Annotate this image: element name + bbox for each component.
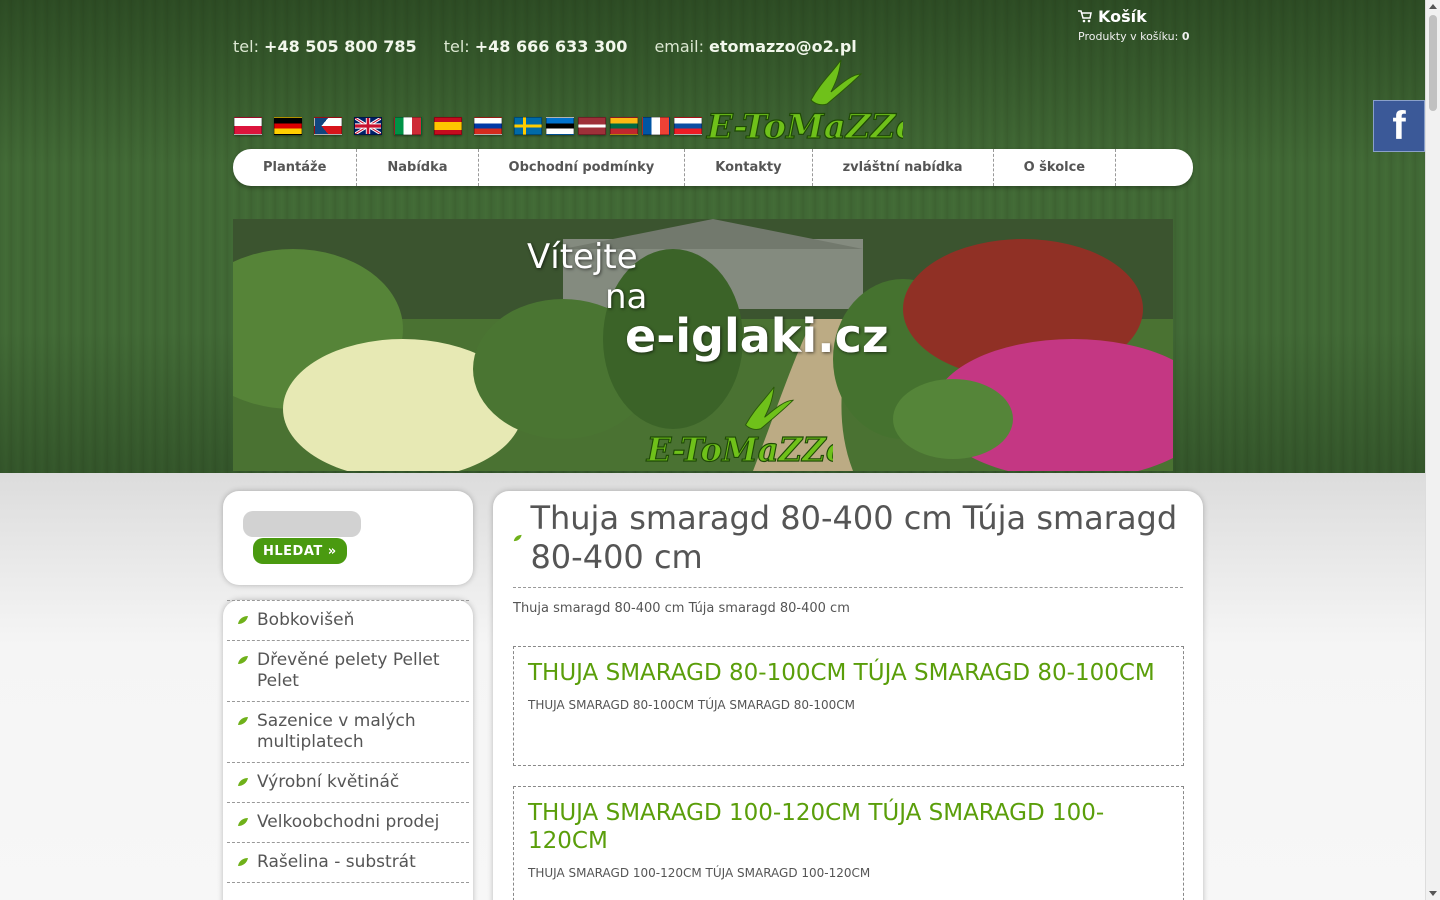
- flag-fr-icon[interactable]: [642, 117, 670, 135]
- scroll-down-icon[interactable]: [1429, 891, 1437, 896]
- phone-1[interactable]: tel: +48 505 800 785: [233, 37, 417, 56]
- category-item[interactable]: Výrobní květináč: [227, 763, 469, 803]
- cart-title[interactable]: Košík: [1098, 7, 1147, 26]
- category-item[interactable]: Bobkovišeň: [227, 600, 469, 641]
- language-flags: [234, 117, 706, 135]
- product-description: THUJA SMARAGD 80-100CM TÚJA SMARAGD 80-1…: [528, 698, 856, 712]
- category-item[interactable]: Sazenice v malých multiplatech: [227, 702, 469, 763]
- main-content: Thuja smaragd 80-400 cm Túja smaragd 80-…: [493, 491, 1203, 900]
- nav-item-zvlastni-nabidka[interactable]: zvláštní nabídka: [813, 149, 994, 186]
- search-button[interactable]: HLEDAT »: [253, 538, 347, 564]
- search-panel: HLEDAT »: [223, 491, 473, 585]
- svg-text:E-ToMaZZo: E-ToMaZZo: [706, 107, 903, 144]
- leaf-icon: [513, 534, 522, 542]
- scrollbar-thumb[interactable]: [1429, 15, 1437, 111]
- flag-it-icon[interactable]: [394, 117, 422, 135]
- category-item[interactable]: Dřevěné pelety Pellet Pelet: [227, 641, 469, 702]
- leaf-icon: [238, 818, 248, 826]
- flag-sk-icon[interactable]: [674, 117, 702, 135]
- hero-banner: Vítejte na e-iglaki.cz E-ToMaZZo: [233, 219, 1173, 471]
- cart-widget[interactable]: Košík Produkty v košíku: 0: [1078, 7, 1189, 43]
- flag-ru-icon[interactable]: [474, 117, 502, 135]
- banner-welcome: Vítejte: [527, 237, 638, 277]
- search-input[interactable]: [243, 511, 361, 537]
- nav-item-kontakty[interactable]: Kontakty: [685, 149, 813, 186]
- product-card[interactable]: THUJA SMARAGD 100-120CM TÚJA SMARAGD 100…: [513, 786, 1184, 900]
- product-card[interactable]: THUJA SMARAGD 80-100CM TÚJA SMARAGD 80-1…: [513, 646, 1184, 766]
- leaf-icon: [238, 858, 248, 866]
- banner-logo: E-ToMaZZo: [645, 386, 833, 467]
- page-title: Thuja smaragd 80-400 cm Túja smaragd 80-…: [530, 499, 1178, 576]
- phone-2[interactable]: tel: +48 666 633 300: [444, 37, 628, 56]
- category-item[interactable]: Rašelina - substrát: [227, 843, 469, 883]
- banner-site-name: e-iglaki.cz: [625, 309, 889, 363]
- nav-item-plantaze[interactable]: Plantáže: [233, 149, 358, 186]
- leaf-icon: [238, 616, 248, 624]
- facebook-button[interactable]: f: [1373, 100, 1425, 152]
- product-title[interactable]: THUJA SMARAGD 80-100CM TÚJA SMARAGD 80-1…: [528, 659, 1169, 687]
- leaf-icon: [238, 656, 248, 664]
- flag-lv-icon[interactable]: [578, 117, 606, 135]
- scroll-up-icon[interactable]: [1429, 4, 1437, 9]
- flag-se-icon[interactable]: [514, 117, 542, 135]
- leaf-icon: [238, 778, 248, 786]
- page-description: Thuja smaragd 80-400 cm Túja smaragd 80-…: [513, 601, 850, 616]
- leaf-icon: [238, 717, 248, 725]
- flag-gb-icon[interactable]: [354, 117, 382, 135]
- etomazzo-logo[interactable]: E-ToMaZZo: [703, 52, 903, 144]
- page-scrollbar[interactable]: [1425, 0, 1440, 900]
- header: tel: +48 505 800 785 tel: +48 666 633 30…: [0, 0, 1425, 473]
- flag-cz-icon[interactable]: [314, 117, 342, 135]
- cart-count: Produkty v košíku: 0: [1078, 30, 1190, 43]
- svg-text:E-ToMaZZo: E-ToMaZZo: [646, 431, 833, 467]
- flag-lt-icon[interactable]: [610, 117, 638, 135]
- flag-pl-icon[interactable]: [234, 117, 262, 135]
- category-item[interactable]: Velkoobchodni prodej: [227, 803, 469, 843]
- flag-es-icon[interactable]: [434, 117, 462, 135]
- product-title[interactable]: THUJA SMARAGD 100-120CM TÚJA SMARAGD 100…: [528, 799, 1169, 855]
- flag-de-icon[interactable]: [274, 117, 302, 135]
- nav-item-o-skolce[interactable]: O školce: [994, 149, 1117, 186]
- facebook-icon: f: [1392, 104, 1406, 148]
- category-menu: Bobkovišeň Dřevěné pelety Pellet Pelet S…: [223, 600, 473, 900]
- product-description: THUJA SMARAGD 100-120CM TÚJA SMARAGD 100…: [528, 866, 871, 880]
- main-nav: Plantáže Nabídka Obchodní podmínky Konta…: [233, 149, 1193, 186]
- page-title-row: Thuja smaragd 80-400 cm Túja smaragd 80-…: [513, 499, 1183, 588]
- flag-ee-icon[interactable]: [546, 117, 574, 135]
- nav-item-obchodni-podminky[interactable]: Obchodní podmínky: [479, 149, 686, 186]
- nav-item-nabidka[interactable]: Nabídka: [357, 149, 479, 186]
- cart-icon: [1078, 10, 1092, 23]
